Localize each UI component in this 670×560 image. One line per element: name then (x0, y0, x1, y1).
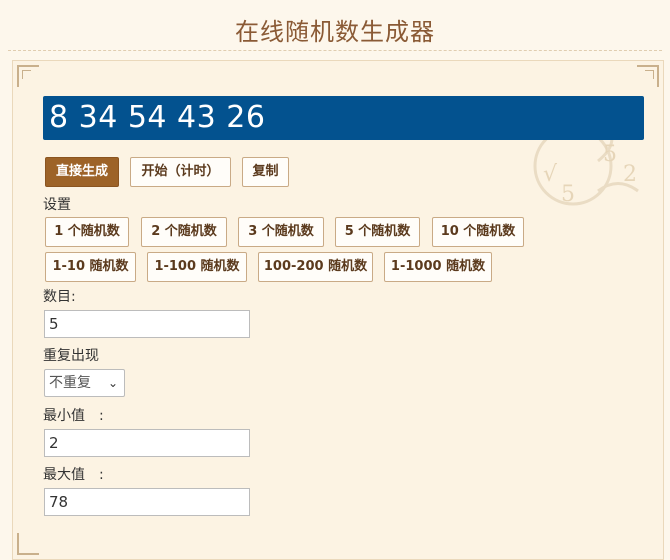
random-number-display: 8 34 54 43 26 (43, 96, 644, 140)
page-title: 在线随机数生成器 (235, 18, 435, 46)
repeat-label: 重复出现 (43, 348, 99, 364)
preset-count-2-button[interactable]: 2 个随机数 (141, 217, 227, 247)
preset-range-1-1000-button[interactable]: 1-1000 随机数 (384, 252, 492, 282)
min-label: 最小值 : (43, 408, 104, 424)
svg-text:5: 5 (603, 142, 617, 167)
chevron-down-icon: ⌄ (107, 376, 118, 390)
min-input[interactable]: 2 (44, 429, 250, 457)
repeat-select-value: 不重复 (49, 375, 91, 391)
settings-label: 设置 (43, 197, 71, 213)
svg-text:√: √ (543, 162, 558, 187)
title-divider (8, 50, 662, 51)
max-input[interactable]: 78 (44, 488, 250, 516)
preset-count-5-button[interactable]: 5 个随机数 (335, 217, 420, 247)
copy-button[interactable]: 复制 (242, 157, 289, 187)
count-input[interactable]: 5 (44, 310, 250, 338)
preset-range-1-100-button[interactable]: 1-100 随机数 (147, 252, 247, 282)
corner-ornament-icon (17, 533, 39, 555)
preset-range-100-200-button[interactable]: 100-200 随机数 (258, 252, 373, 282)
start-timer-button[interactable]: 开始（计时） (130, 157, 231, 187)
corner-ornament-icon (637, 65, 659, 87)
preset-count-3-button[interactable]: 3 个随机数 (238, 217, 324, 247)
preset-count-1-button[interactable]: 1 个随机数 (45, 217, 129, 247)
generate-button[interactable]: 直接生成 (45, 157, 119, 187)
corner-ornament-icon (17, 65, 39, 87)
repeat-select[interactable]: 不重复 ⌄ (44, 369, 125, 397)
count-label: 数目: (43, 289, 76, 305)
svg-text:5: 5 (561, 182, 575, 207)
svg-text:2: 2 (623, 162, 637, 187)
preset-count-10-button[interactable]: 10 个随机数 (432, 217, 524, 247)
max-label: 最大值 : (43, 467, 104, 483)
decorative-numbers-icon: √ 5 2 5 9 (531, 106, 639, 207)
preset-range-1-10-button[interactable]: 1-10 随机数 (45, 252, 136, 282)
